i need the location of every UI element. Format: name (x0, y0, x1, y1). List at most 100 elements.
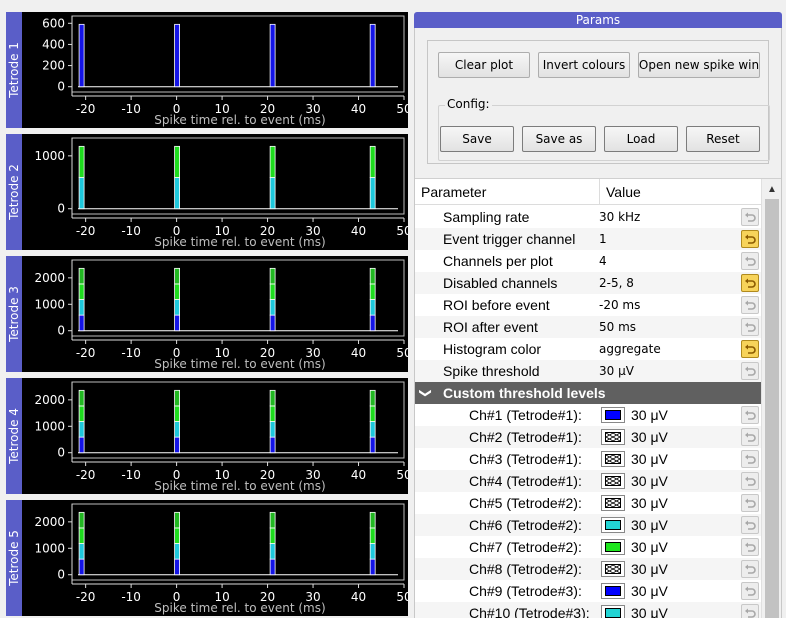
color-swatch[interactable] (601, 583, 625, 599)
color-swatch[interactable] (601, 407, 625, 423)
parameter-row[interactable]: Sampling rate 30 kHz (415, 206, 761, 228)
parameter-value[interactable]: aggregate (599, 338, 661, 360)
channel-threshold-value[interactable]: 30 μV (631, 602, 668, 618)
parameter-value[interactable]: -20 ms (599, 294, 640, 316)
channel-threshold-value[interactable]: 30 μV (631, 470, 668, 492)
vertical-scrollbar[interactable]: ▲ (761, 179, 781, 618)
channel-threshold-row[interactable]: Ch#5 (Tetrode#2): 30 μV (415, 492, 761, 514)
channel-threshold-row[interactable]: Ch#1 (Tetrode#1): 30 μV (415, 404, 761, 426)
color-swatch-disabled[interactable] (601, 473, 625, 489)
plot-panel-tetrode-4[interactable]: Tetrode 4 0 1000 2000 -20 -10 0 10 20 30 40 50 Spik… (6, 378, 408, 494)
parameter-tree[interactable]: Parameter Value Sampling rate 30 kHz Event… (415, 178, 781, 618)
channel-threshold-row[interactable]: Ch#8 (Tetrode#2): 30 μV (415, 558, 761, 580)
channel-threshold-value[interactable]: 30 μV (631, 404, 668, 426)
reset-default-icon[interactable] (741, 252, 759, 270)
histogram-plot[interactable]: 010002000-20 -10 0 10 20 30 40 50Spike time rel… (6, 378, 408, 494)
channel-threshold-row[interactable]: Ch#9 (Tetrode#3): 30 μV (415, 580, 761, 602)
undo-arrow-glyph (745, 564, 756, 574)
params-dock-title[interactable]: Params (414, 12, 782, 28)
color-swatch-disabled[interactable] (601, 451, 625, 467)
parameter-row[interactable]: ROI before event -20 ms (415, 294, 761, 316)
reset-default-icon[interactable] (741, 428, 759, 446)
reset-default-icon[interactable] (741, 318, 759, 336)
parameter-row[interactable]: Disabled channels 2-5, 8 (415, 272, 761, 294)
channel-threshold-value[interactable]: 30 μV (631, 536, 668, 558)
parameter-row[interactable]: Spike threshold 30 μV (415, 360, 761, 382)
scroll-up-arrow-icon[interactable]: ▲ (762, 179, 781, 199)
parameter-value[interactable]: 50 ms (599, 316, 636, 338)
save-button[interactable]: Save (440, 126, 514, 152)
channel-threshold-value[interactable]: 30 μV (631, 426, 668, 448)
channel-threshold-value[interactable]: 30 μV (631, 558, 668, 580)
x-tick-label: 50 (396, 224, 408, 238)
parameter-value[interactable]: 4 (599, 250, 607, 272)
color-swatch[interactable] (601, 539, 625, 555)
plot-panel-tetrode-1[interactable]: Tetrode 1 0 200 400 600 -20 -10 0 10 20 30 40 50 Spi… (6, 12, 408, 128)
scrollbar-thumb[interactable] (765, 199, 779, 618)
open-spike-window-button[interactable]: Open new spike win (638, 52, 760, 78)
channel-threshold-row[interactable]: Ch#4 (Tetrode#1): 30 μV (415, 470, 761, 492)
invert-colours-button[interactable]: Invert colours (538, 52, 630, 78)
chevron-down-icon[interactable]: ❯ (415, 388, 437, 398)
channel-threshold-value[interactable]: 30 μV (631, 492, 668, 514)
reset-default-icon[interactable] (741, 296, 759, 314)
parameter-value[interactable]: 30 μV (599, 360, 634, 382)
channel-threshold-row[interactable]: Ch#3 (Tetrode#1): 30 μV (415, 448, 761, 470)
color-swatch-disabled[interactable] (601, 429, 625, 445)
reset-default-icon[interactable] (741, 362, 759, 380)
custom-threshold-group[interactable]: ❯ Custom threshold levels (415, 382, 761, 404)
histogram-bar-segment (369, 405, 376, 422)
plot-panel-tetrode-2[interactable]: Tetrode 2 0 1000 -20 -10 0 10 20 30 40 50 Spike ti… (6, 134, 408, 250)
reset-default-icon[interactable] (741, 274, 759, 292)
color-swatch[interactable] (601, 605, 625, 618)
reset-default-icon[interactable] (741, 208, 759, 226)
color-swatch[interactable] (601, 517, 625, 533)
channel-threshold-row[interactable]: Ch#6 (Tetrode#2): 30 μV (415, 514, 761, 536)
channel-threshold-value[interactable]: 30 μV (631, 448, 668, 470)
reset-default-icon[interactable] (741, 516, 759, 534)
reset-default-icon[interactable] (741, 494, 759, 512)
reset-default-icon[interactable] (741, 582, 759, 600)
histogram-bar-segment (78, 421, 85, 438)
load-button[interactable]: Load (604, 126, 678, 152)
parameter-value[interactable]: 1 (599, 228, 607, 250)
save-as-button[interactable]: Save as (522, 126, 596, 152)
reset-default-icon[interactable] (741, 406, 759, 424)
tree-rows: Sampling rate 30 kHz Event trigger channel… (415, 206, 761, 618)
y-tick-label: 200 (42, 59, 65, 73)
reset-default-icon[interactable] (741, 538, 759, 556)
plot-panel-tetrode-3[interactable]: Tetrode 3 0 1000 2000 -20 -10 0 10 20 30 40 50 Spik… (6, 256, 408, 372)
parameter-column-header[interactable]: Parameter (415, 179, 599, 205)
histogram-plot[interactable]: 01000-20 -10 0 10 20 30 40 50Spike time rel. to… (6, 134, 408, 250)
histogram-plot[interactable]: 0200400600-20 -10 0 10 20 30 40 50Spike time re… (6, 12, 408, 128)
channel-threshold-value[interactable]: 30 μV (631, 580, 668, 602)
reset-default-icon[interactable] (741, 340, 759, 358)
channel-threshold-value[interactable]: 30 μV (631, 514, 668, 536)
histogram-plot[interactable]: 010002000-20 -10 0 10 20 30 40 50Spike time rel… (6, 256, 408, 372)
plot-panel-tetrode-5[interactable]: Tetrode 5 0 1000 2000 -20 -10 0 10 20 30 40 50 Spik… (6, 500, 408, 616)
channel-threshold-row[interactable]: Ch#10 (Tetrode#3): 30 μV (415, 602, 761, 618)
parameter-row[interactable]: Histogram color aggregate (415, 338, 761, 360)
x-axis-label: Spike time rel. to event (ms) (154, 235, 325, 249)
histogram-plot[interactable]: 010002000-20 -10 0 10 20 30 40 50Spike time rel… (6, 500, 408, 616)
reset-default-icon[interactable] (741, 560, 759, 578)
parameter-row[interactable]: Event trigger channel 1 (415, 228, 761, 250)
color-swatch-disabled[interactable] (601, 495, 625, 511)
reset-button[interactable]: Reset (686, 126, 760, 152)
parameter-value[interactable]: 2-5, 8 (599, 272, 634, 294)
value-column-header[interactable]: Value (599, 179, 761, 205)
parameter-row[interactable]: Channels per plot 4 (415, 250, 761, 272)
histogram-bar-segment (174, 389, 181, 407)
reset-default-icon[interactable] (741, 472, 759, 490)
y-tick-label: 0 (57, 202, 65, 216)
reset-default-icon[interactable] (741, 230, 759, 248)
channel-threshold-row[interactable]: Ch#2 (Tetrode#1): 30 μV (415, 426, 761, 448)
channel-threshold-row[interactable]: Ch#7 (Tetrode#2): 30 μV (415, 536, 761, 558)
color-swatch-disabled[interactable] (601, 561, 625, 577)
parameter-row[interactable]: ROI after event 50 ms (415, 316, 761, 338)
reset-default-icon[interactable] (741, 450, 759, 468)
histogram-bar-segment (369, 267, 376, 285)
reset-default-icon[interactable] (741, 604, 759, 618)
parameter-value[interactable]: 30 kHz (599, 206, 640, 228)
clear-plot-button[interactable]: Clear plot (438, 52, 530, 78)
